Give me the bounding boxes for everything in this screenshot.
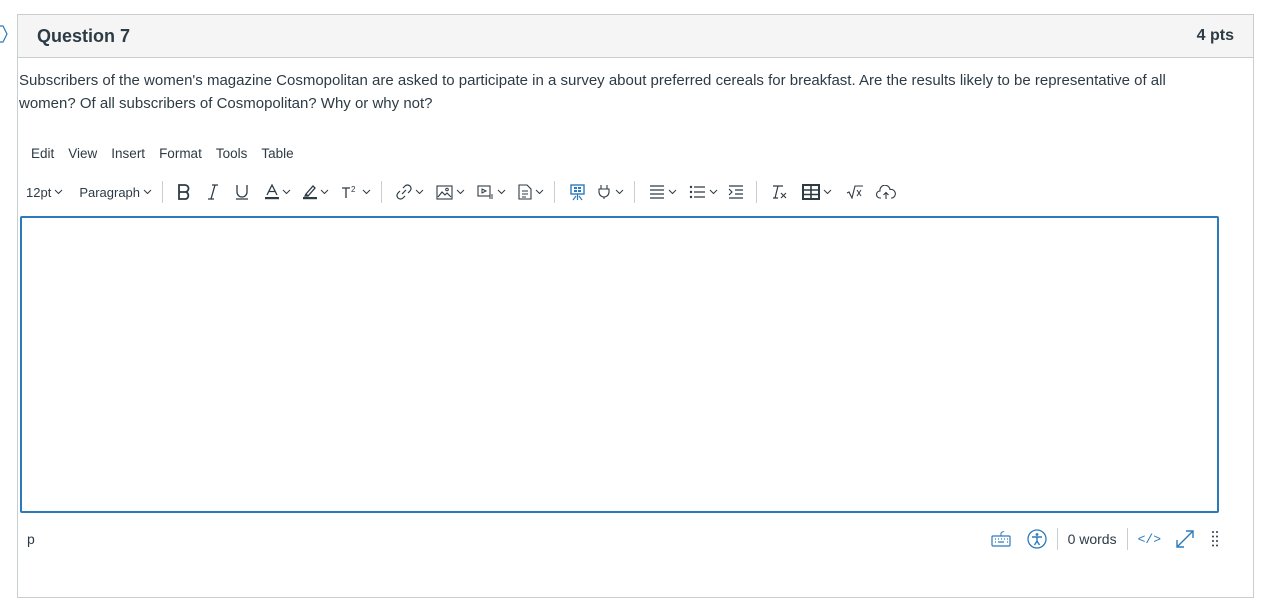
status-actions: 0 words </>	[990, 525, 1219, 553]
status-divider	[1056, 528, 1058, 550]
html-editor-toggle[interactable]: </>	[1138, 532, 1161, 547]
document-icon	[518, 184, 532, 200]
chevron-down-icon	[615, 189, 624, 195]
question-header: Question 7 4 pts	[18, 15, 1253, 58]
chevron-down-icon	[823, 189, 832, 195]
block-format-value: Paragraph	[79, 184, 141, 200]
menu-insert[interactable]: Insert	[104, 146, 152, 161]
question-points: 4 pts	[1196, 27, 1234, 44]
plugin-button[interactable]	[592, 179, 628, 205]
equation-icon	[846, 185, 864, 199]
superscript-icon: 2	[342, 185, 356, 198]
text-color-button[interactable]	[257, 179, 295, 205]
resize-handle-icon[interactable]	[1211, 530, 1219, 548]
italic-button[interactable]	[199, 179, 227, 205]
cloud-upload-icon	[876, 184, 896, 199]
editor-statusbar: p 0 words </>	[20, 525, 1219, 553]
media-button[interactable]	[469, 179, 510, 205]
menu-view[interactable]: View	[61, 146, 104, 161]
equation-button[interactable]	[836, 179, 870, 205]
menu-edit[interactable]: Edit	[24, 146, 61, 161]
toolbar-divider	[162, 181, 164, 203]
indent-button[interactable]	[722, 179, 750, 205]
apps-button[interactable]	[561, 179, 592, 205]
align-icon	[650, 185, 665, 199]
superscript-button[interactable]: 2	[333, 179, 375, 205]
font-size-value: 12pt	[26, 184, 52, 200]
toolbar-divider	[381, 181, 383, 203]
apps-icon	[570, 183, 585, 200]
toolbar-divider	[634, 181, 636, 203]
bold-icon	[178, 184, 190, 200]
cloud-upload-button[interactable]	[870, 179, 902, 205]
chevron-down-icon	[535, 189, 544, 195]
question-flag-icon[interactable]	[0, 25, 8, 43]
chevron-down-icon	[362, 189, 371, 195]
chevron-down-icon	[282, 189, 291, 195]
clear-format-icon	[773, 185, 787, 199]
highlight-color-icon	[303, 185, 318, 200]
clear-format-button[interactable]	[763, 179, 796, 205]
chevron-down-icon	[143, 189, 152, 195]
link-button[interactable]	[388, 179, 428, 205]
image-icon	[436, 184, 453, 200]
image-button[interactable]	[428, 179, 469, 205]
editor-menubar: Edit View Insert Format Tools Table	[24, 146, 301, 161]
plugin-icon	[598, 185, 610, 199]
italic-icon	[208, 184, 219, 200]
list-button[interactable]	[681, 179, 722, 205]
question-text: Subscribers of the women's magazine Cosm…	[19, 72, 1166, 112]
text-color-icon	[265, 184, 280, 200]
document-button[interactable]	[510, 179, 548, 205]
chevron-down-icon	[456, 189, 465, 195]
accessibility-checker-icon[interactable]	[1026, 529, 1047, 549]
editor-toolbar: 12pt Paragraph 2	[24, 179, 902, 205]
svg-text:2: 2	[351, 185, 356, 194]
status-divider	[1126, 528, 1128, 550]
bold-button[interactable]	[169, 179, 199, 205]
underline-button[interactable]	[227, 179, 257, 205]
underline-icon	[236, 185, 249, 200]
question-title: Question 7	[37, 25, 131, 46]
word-count[interactable]: 0 words	[1068, 531, 1117, 547]
block-format-select[interactable]: Paragraph	[75, 179, 156, 205]
menu-table[interactable]: Table	[254, 146, 300, 161]
table-icon	[802, 184, 821, 200]
font-size-select[interactable]: 12pt	[24, 179, 67, 205]
table-button[interactable]	[796, 179, 836, 205]
chevron-down-icon	[320, 189, 329, 195]
rich-content-editor[interactable]	[20, 216, 1219, 513]
link-icon	[396, 184, 412, 200]
chevron-down-icon	[54, 189, 63, 195]
element-path[interactable]: p	[27, 531, 35, 547]
media-icon	[477, 184, 493, 199]
indent-icon	[728, 185, 744, 199]
menu-format[interactable]: Format	[152, 146, 209, 161]
chevron-down-icon	[709, 189, 718, 195]
chevron-down-icon	[668, 189, 677, 195]
chevron-down-icon	[415, 189, 424, 195]
toolbar-divider	[756, 181, 758, 203]
menu-tools[interactable]: Tools	[209, 146, 255, 161]
fullscreen-icon[interactable]	[1175, 529, 1195, 549]
toolbar-divider	[554, 181, 556, 203]
align-button[interactable]	[641, 179, 681, 205]
highlight-color-button[interactable]	[295, 179, 333, 205]
list-icon	[689, 185, 706, 199]
keyboard-shortcuts-icon[interactable]	[990, 531, 1011, 547]
chevron-down-icon	[497, 189, 506, 195]
